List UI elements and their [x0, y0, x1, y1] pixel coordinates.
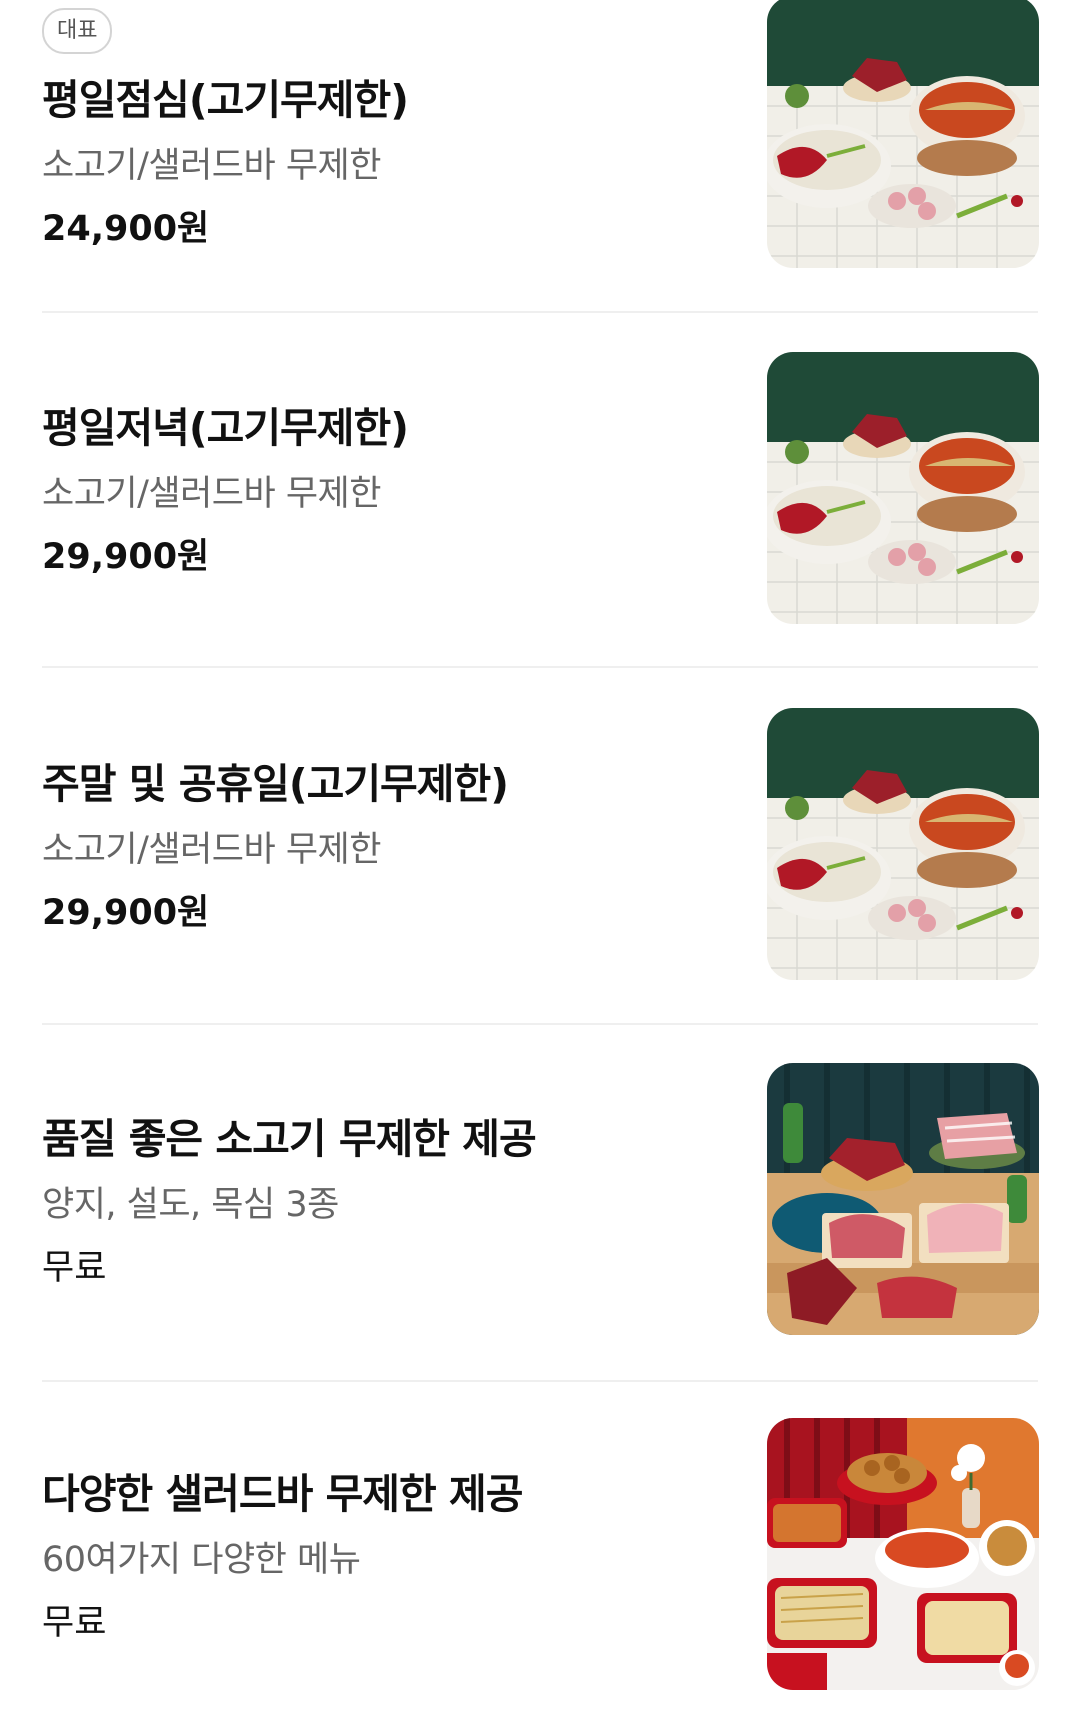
menu-item-text: 다양한 샐러드바 무제한 제공 60여가지 다양한 메뉴 무료	[42, 1418, 742, 1690]
menu-item-price: 무료	[42, 1603, 107, 1643]
menu-item-text: 평일저녁(고기무제한) 소고기/샐러드바 무제한 29,900원	[42, 352, 742, 624]
menu-item-name: 다양한 샐러드바 무제한 제공	[42, 1470, 523, 1518]
menu-item[interactable]: 평일저녁(고기무제한) 소고기/샐러드바 무제한 29,900원	[42, 352, 1039, 624]
hotpot-meat-photo[interactable]	[767, 352, 1039, 624]
raw-beef-illustration	[767, 1063, 1039, 1335]
menu-item-name: 품질 좋은 소고기 무제한 제공	[42, 1115, 537, 1163]
divider	[42, 666, 1038, 668]
menu-item-name: 평일점심(고기무제한)	[42, 76, 409, 124]
menu-item-price: 무료	[42, 1248, 107, 1288]
menu-item-description: 소고기/샐러드바 무제한	[42, 830, 381, 870]
menu-item-name: 주말 및 공휴일(고기무제한)	[42, 760, 509, 808]
menu-item[interactable]: 주말 및 공휴일(고기무제한) 소고기/샐러드바 무제한 29,900원	[42, 708, 1039, 980]
hotpot-meat-illustration	[767, 708, 1039, 980]
hotpot-meat-photo[interactable]	[767, 708, 1039, 980]
menu-item[interactable]: 대표 평일점심(고기무제한) 소고기/샐러드바 무제한 24,900원	[42, 0, 1039, 272]
raw-beef-platter-photo[interactable]	[767, 1063, 1039, 1335]
menu-item-text: 대표 평일점심(고기무제한) 소고기/샐러드바 무제한 24,900원	[42, 0, 742, 272]
menu-item-description: 소고기/샐러드바 무제한	[42, 146, 381, 186]
hotpot-meat-illustration	[767, 0, 1039, 268]
menu-item-description: 양지, 설도, 목심 3종	[42, 1185, 339, 1225]
menu-item-price: 29,900원	[42, 537, 210, 577]
menu-item-text: 주말 및 공휴일(고기무제한) 소고기/샐러드바 무제한 29,900원	[42, 708, 742, 980]
salad-bar-illustration	[767, 1418, 1039, 1690]
menu-item-name: 평일저녁(고기무제한)	[42, 404, 409, 452]
divider	[42, 311, 1038, 313]
menu-item-price: 24,900원	[42, 209, 210, 249]
menu-item-description: 소고기/샐러드바 무제한	[42, 474, 381, 514]
menu-item-description: 60여가지 다양한 메뉴	[42, 1540, 361, 1580]
menu-item-text: 품질 좋은 소고기 무제한 제공 양지, 설도, 목심 3종 무료	[42, 1063, 742, 1335]
hotpot-meat-photo[interactable]	[767, 0, 1039, 268]
menu-list: 대표 평일점심(고기무제한) 소고기/샐러드바 무제한 24,900원 평일저녁…	[0, 0, 1080, 1722]
hotpot-meat-illustration	[767, 352, 1039, 624]
signature-badge: 대표	[42, 8, 113, 54]
menu-item[interactable]: 품질 좋은 소고기 무제한 제공 양지, 설도, 목심 3종 무료	[42, 1063, 1039, 1335]
salad-bar-dishes-photo[interactable]	[767, 1418, 1039, 1690]
menu-item[interactable]: 다양한 샐러드바 무제한 제공 60여가지 다양한 메뉴 무료	[42, 1418, 1039, 1690]
divider	[42, 1023, 1038, 1025]
divider	[42, 1380, 1038, 1382]
menu-item-price: 29,900원	[42, 893, 210, 933]
